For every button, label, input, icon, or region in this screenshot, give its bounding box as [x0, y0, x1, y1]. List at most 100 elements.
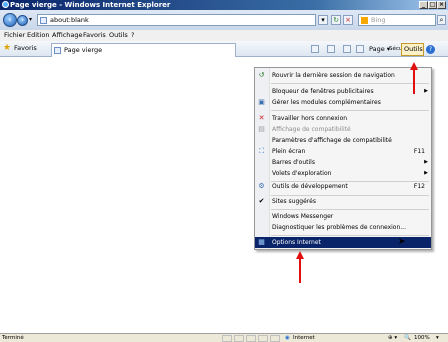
menu-item-label: Gérer les modules complémentaires: [272, 99, 381, 106]
stop-icon[interactable]: ×: [343, 15, 353, 25]
menu-item-label: Bloqueur de fenêtres publicitaires: [272, 88, 374, 95]
menu-item-compat-settings[interactable]: Paramètres d'affichage de compatibilité: [255, 135, 431, 146]
zoom-icon: 🔍: [404, 335, 411, 341]
print-icon[interactable]: [356, 45, 364, 53]
menu-item-label: Affichage de compatibilité: [272, 126, 351, 133]
compat-icon: ▤: [258, 125, 265, 133]
favorites-button[interactable]: Favoris: [14, 41, 37, 56]
tab-page-vierge[interactable]: Page vierge: [51, 43, 236, 57]
address-dropdown-icon[interactable]: ▾: [318, 15, 328, 25]
address-field[interactable]: about:blank: [37, 14, 316, 26]
check-icon: ✔: [258, 197, 265, 205]
menu-item-label: Paramètres d'affichage de compatibilité: [272, 137, 392, 144]
status-text: Terminé: [2, 335, 24, 341]
menu-bar: Fichier Edition Affichage Favoris Outils…: [0, 30, 448, 41]
addons-icon: ▣: [258, 98, 265, 106]
menu-outils[interactable]: Outils: [109, 30, 128, 41]
submenu-arrow-icon: ▶: [424, 88, 428, 94]
devtools-icon: ⚙: [258, 182, 265, 190]
mouse-cursor-icon: ➤: [398, 237, 406, 247]
title-bar: Page vierge - Windows Internet Explorer …: [0, 0, 448, 10]
tab-title: Page vierge: [64, 46, 103, 54]
outils-menu-button[interactable]: Outils ▾: [401, 43, 424, 64]
address-url: about:blank: [50, 16, 89, 24]
menu-item-label: Outils de développement: [272, 183, 348, 190]
protected-mode-icon[interactable]: ⊕ ▾: [388, 334, 397, 342]
window-title: Page vierge - Windows Internet Explorer: [10, 1, 171, 9]
tools-menu: ↺ Rouvrir la dernière session de navigat…: [254, 67, 432, 250]
address-toolbar: ‹ › ▾ about:blank ▾ ↻ × Bing ⌕: [0, 10, 448, 30]
menu-affichage[interactable]: Affichage: [52, 30, 83, 41]
home-icon[interactable]: [311, 45, 319, 53]
menu-item-label: Barres d'outils: [272, 159, 315, 166]
menu-separator: [271, 83, 429, 84]
status-panel: [246, 335, 256, 342]
menu-item-explorer-bars[interactable]: Volets d'exploration ▶: [255, 168, 431, 179]
favorites-star-icon[interactable]: ★: [3, 44, 12, 53]
menu-item-dev-tools[interactable]: ⚙ Outils de développement F12: [255, 181, 431, 192]
menu-separator: [271, 110, 429, 111]
menu-item-label: Diagnostiquer les problèmes de connexion…: [272, 224, 406, 231]
annotation-arrow-up: [410, 62, 418, 94]
menu-item-label: Rouvrir la dernière session de navigatio…: [272, 72, 395, 79]
menu-item-shortcut: F11: [413, 148, 425, 155]
bing-logo-icon: [361, 17, 368, 24]
arrow-shaft: [299, 258, 301, 283]
menu-item-diagnose[interactable]: Diagnostiquer les problèmes de connexion…: [255, 222, 431, 233]
history-dropdown-icon[interactable]: ▾: [29, 16, 32, 23]
menu-item-label: Volets d'exploration: [272, 170, 332, 177]
search-placeholder: Bing: [371, 16, 386, 24]
forward-button[interactable]: ›: [17, 15, 28, 26]
arrow-shaft: [413, 69, 415, 94]
menu-item-compat-view[interactable]: ▤ Affichage de compatibilité: [255, 124, 431, 135]
offline-icon: ✕: [258, 114, 265, 122]
zoom-level[interactable]: 100%: [414, 334, 430, 342]
submenu-arrow-icon: ▶: [424, 170, 428, 176]
menu-fichier[interactable]: Fichier: [4, 30, 25, 41]
ie-logo-icon: [2, 1, 9, 8]
menu-item-shortcut: F12: [413, 183, 425, 190]
help-icon[interactable]: ?: [426, 45, 435, 54]
menu-item-manage-addons[interactable]: ▣ Gérer les modules complémentaires: [255, 97, 431, 108]
tab-page-icon: [54, 47, 61, 54]
zone-label: Internet: [293, 335, 315, 341]
menu-item-reopen-session[interactable]: ↺ Rouvrir la dernière session de navigat…: [255, 70, 431, 81]
menu-item-label: Plein écran: [272, 148, 306, 155]
menu-item-work-offline[interactable]: ✕ Travailler hors connexion: [255, 113, 431, 124]
feeds-icon[interactable]: [327, 45, 335, 53]
menu-item-fullscreen[interactable]: ⛶ Plein écran F11: [255, 146, 431, 157]
fullscreen-icon: ⛶: [259, 147, 264, 155]
maximize-button[interactable]: □: [428, 1, 437, 9]
menu-favoris[interactable]: Favoris: [83, 30, 106, 41]
mail-icon[interactable]: [343, 45, 351, 53]
search-field[interactable]: Bing: [358, 14, 436, 26]
menu-item-suggested-sites[interactable]: ✔ Sites suggérés: [255, 196, 431, 207]
menu-item-label: Travailler hors connexion: [272, 115, 348, 122]
page-icon: [40, 17, 47, 24]
status-panel: [270, 335, 280, 342]
menu-separator: [271, 235, 429, 236]
menu-help[interactable]: ?: [131, 30, 134, 41]
menu-item-windows-messenger[interactable]: Windows Messenger: [255, 211, 431, 222]
menu-item-popup-blocker[interactable]: Bloqueur de fenêtres publicitaires ▶: [255, 86, 431, 97]
zoom-dropdown-icon[interactable]: ▾: [436, 334, 439, 342]
reopen-icon: ↺: [258, 71, 265, 79]
status-bar: Terminé ◉ Internet ⊕ ▾ 🔍 100% ▾: [0, 333, 448, 342]
status-panel: [222, 335, 232, 342]
menu-item-toolbars[interactable]: Barres d'outils ▶: [255, 157, 431, 168]
back-button[interactable]: ‹: [3, 13, 17, 27]
menu-item-label: Sites suggérés: [272, 198, 316, 205]
options-icon: ▦: [258, 238, 265, 246]
menu-item-label: Windows Messenger: [272, 213, 334, 220]
search-icon[interactable]: ⌕: [437, 15, 446, 25]
annotation-arrow-up: [296, 251, 304, 283]
page-menu-button[interactable]: Page ▾: [369, 44, 390, 55]
refresh-icon[interactable]: ↻: [331, 15, 341, 25]
menu-edition[interactable]: Edition: [27, 30, 50, 41]
status-panel: [258, 335, 268, 342]
menu-item-label: Options Internet: [272, 239, 321, 246]
submenu-arrow-icon: ▶: [424, 159, 428, 165]
close-button[interactable]: ×: [437, 1, 446, 9]
minimize-button[interactable]: _: [419, 1, 428, 9]
status-panel: [234, 335, 244, 342]
